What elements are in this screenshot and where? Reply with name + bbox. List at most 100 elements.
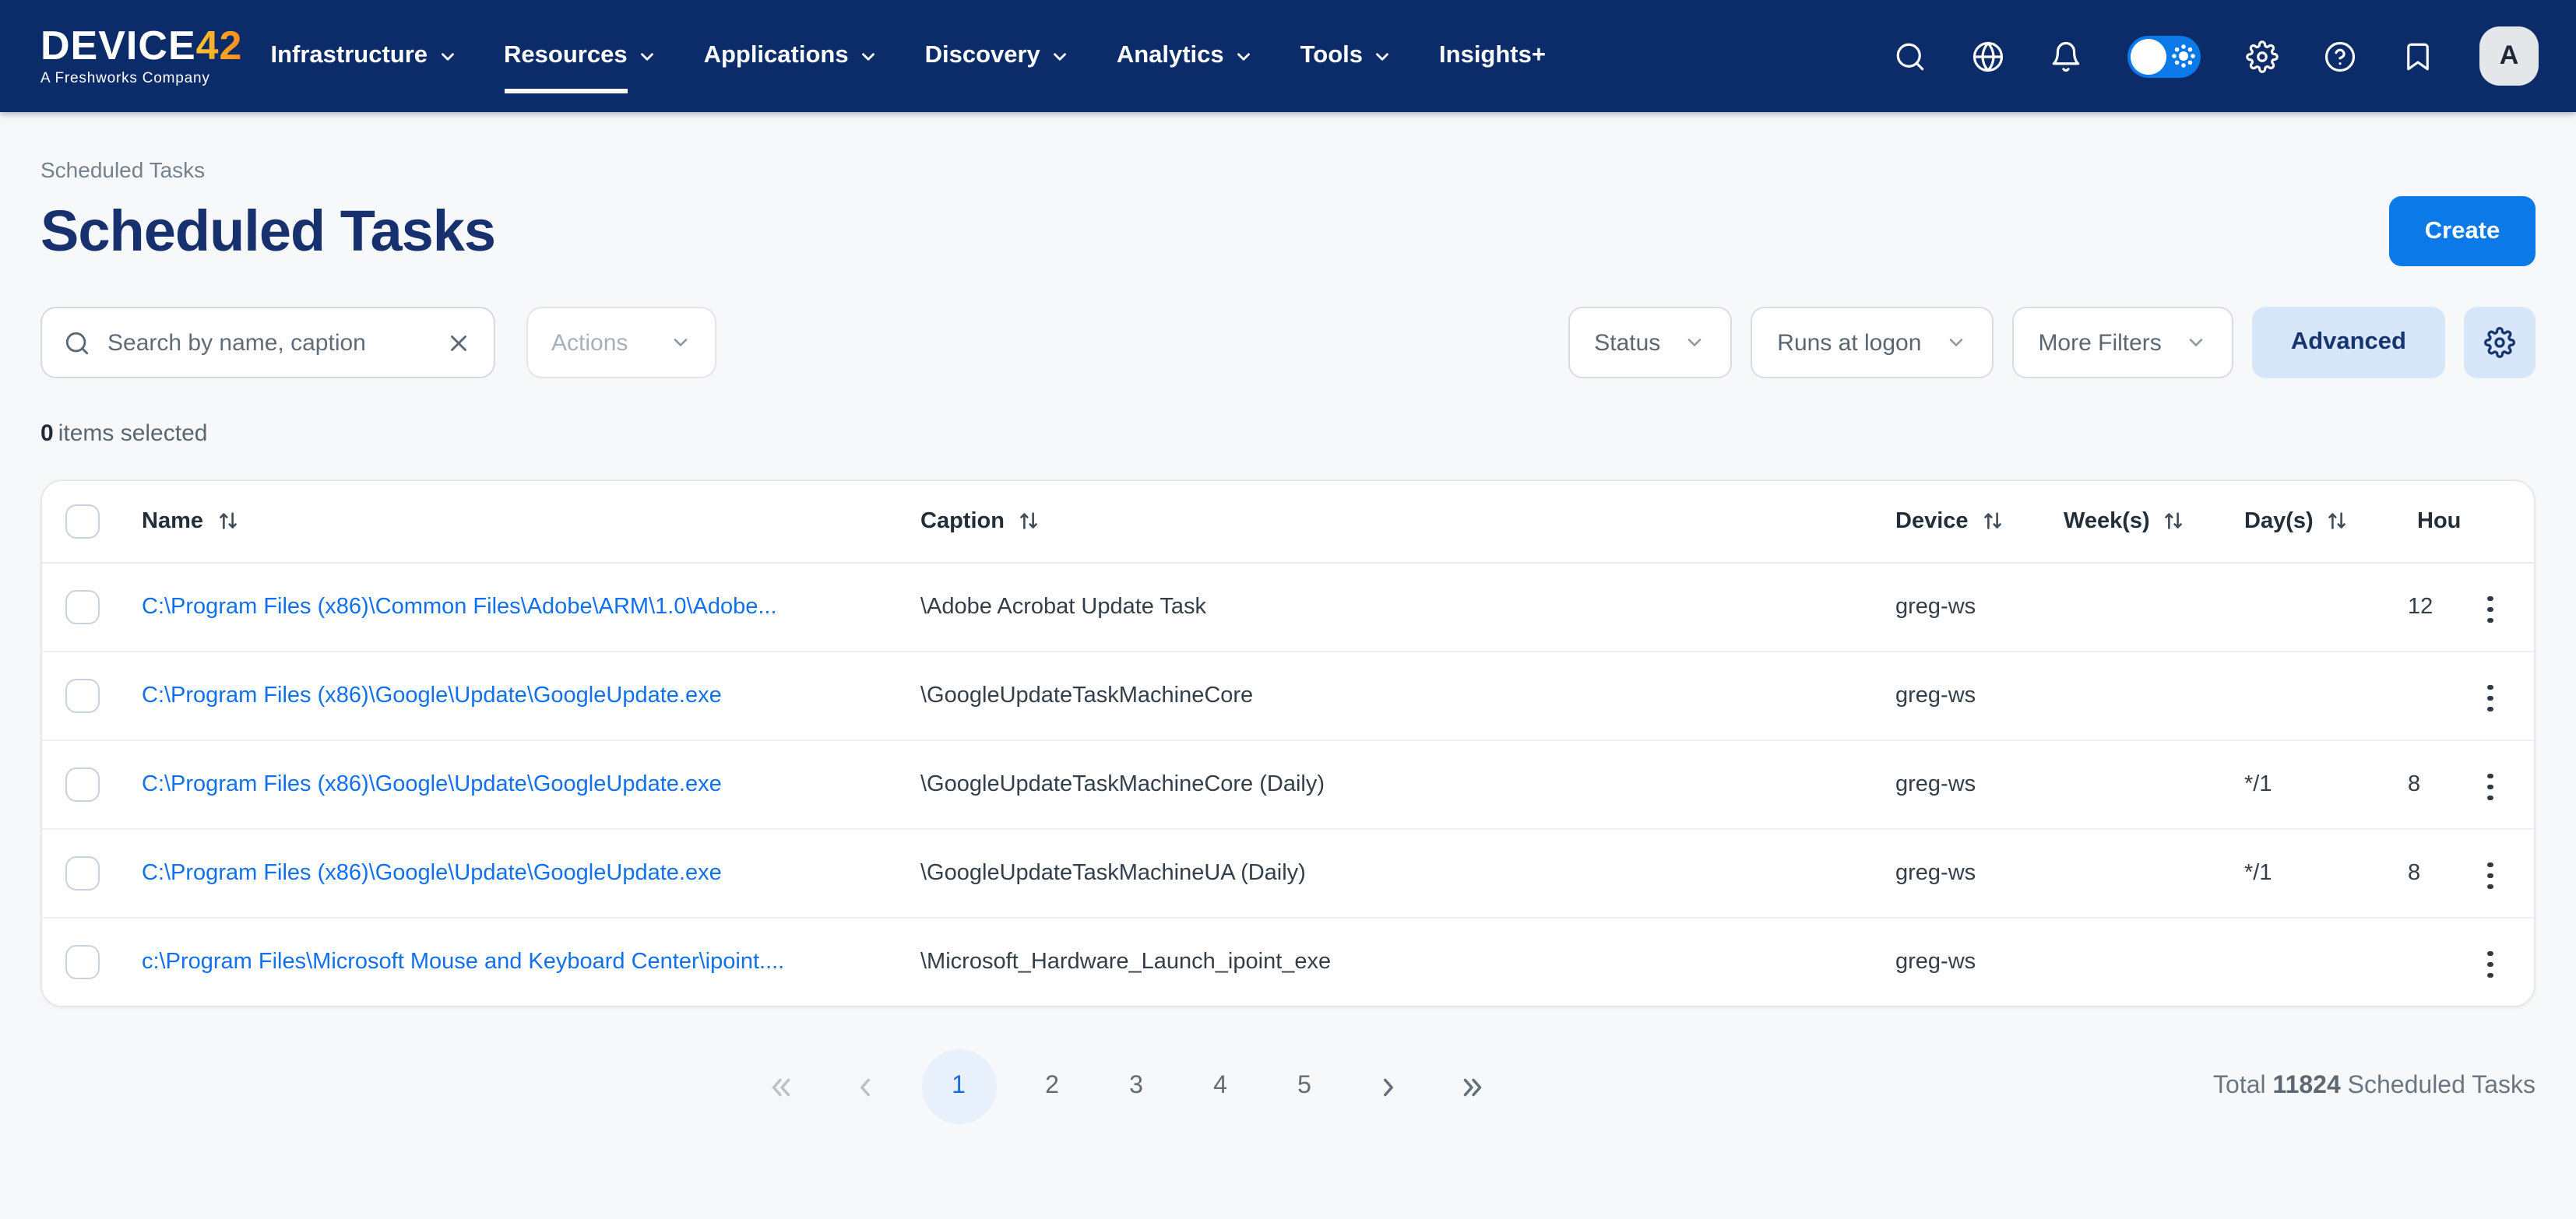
task-caption: \Microsoft_Hardware_Launch_ipoint_exe: [920, 950, 1331, 975]
table-row: C:\Program Files (x86)\Google\Update\Goo…: [42, 828, 2536, 917]
nav-item-insights-plus[interactable]: Insights+: [1439, 0, 1546, 112]
page-button-5[interactable]: 5: [1276, 1059, 1332, 1115]
nav-item-tools[interactable]: Tools: [1300, 0, 1392, 112]
task-name-link[interactable]: C:\Program Files (x86)\Google\Update\Goo…: [142, 860, 722, 885]
column-header-name[interactable]: Name: [142, 509, 920, 534]
row-checkbox[interactable]: [65, 767, 100, 801]
selection-count: 0items selected: [40, 420, 2536, 447]
column-header-device[interactable]: Device: [1895, 509, 2064, 534]
row-checkbox[interactable]: [65, 589, 100, 624]
select-all-checkbox[interactable]: [65, 504, 100, 539]
sort-icon: [1981, 510, 2004, 533]
row-actions-button[interactable]: [2475, 852, 2505, 898]
task-device: greg-ws: [1895, 771, 1976, 796]
row-actions-button[interactable]: [2475, 764, 2505, 810]
table-settings-button[interactable]: [2464, 307, 2536, 378]
task-name-link[interactable]: c:\Program Files\Microsoft Mouse and Key…: [142, 950, 784, 975]
first-page-button[interactable]: [753, 1059, 809, 1115]
nav-item-applications[interactable]: Applications: [704, 0, 878, 112]
sort-icon: [2326, 510, 2349, 533]
task-caption: \GoogleUpdateTaskMachineCore (Daily): [920, 771, 1325, 796]
bell-icon[interactable]: [2050, 40, 2082, 72]
page-button-1[interactable]: 1: [921, 1049, 996, 1124]
breadcrumb[interactable]: Scheduled Tasks: [40, 157, 2536, 182]
more-filters-dropdown[interactable]: More Filters: [2011, 307, 2233, 378]
avatar[interactable]: A: [2479, 26, 2539, 86]
top-navbar: DEVICE42 A Freshworks Company Infrastruc…: [0, 0, 2576, 112]
chevron-down-icon: [637, 46, 657, 66]
nav-item-discovery[interactable]: Discovery: [925, 0, 1070, 112]
prev-page-button[interactable]: [837, 1059, 893, 1115]
last-page-button[interactable]: [1445, 1059, 1501, 1115]
toolbar: Actions Status Runs at logon More Filter…: [40, 307, 2536, 378]
nav-item-resources[interactable]: Resources: [504, 0, 657, 112]
total-count-number: 11824: [2273, 1073, 2341, 1099]
next-page-button[interactable]: [1360, 1059, 1416, 1115]
table-row: C:\Program Files (x86)\Common Files\Adob…: [42, 562, 2536, 651]
selected-count-label: items selected: [58, 420, 208, 447]
search-icon[interactable]: [1894, 40, 1927, 72]
row-actions-button[interactable]: [2475, 586, 2505, 632]
row-checkbox[interactable]: [65, 678, 100, 712]
task-caption: \GoogleUpdateTaskMachineUA (Daily): [920, 860, 1306, 885]
task-device: greg-ws: [1895, 860, 1976, 885]
create-button[interactable]: Create: [2389, 196, 2536, 266]
logo-accent-42: 42: [196, 23, 243, 69]
task-name-link[interactable]: C:\Program Files (x86)\Common Files\Adob…: [142, 594, 777, 619]
task-device: greg-ws: [1895, 950, 1976, 975]
chevron-down-icon: [1050, 46, 1070, 66]
table-row: c:\Program Files\Microsoft Mouse and Key…: [42, 917, 2536, 1006]
filter-group: Status Runs at logon More Filters Advanc…: [1568, 307, 2536, 378]
task-caption: \Adobe Acrobat Update Task: [920, 594, 1206, 619]
task-name-link[interactable]: C:\Program Files (x86)\Google\Update\Goo…: [142, 771, 722, 796]
chevron-down-icon: [1944, 332, 1966, 353]
bookmark-icon[interactable]: [2402, 40, 2434, 72]
help-icon[interactable]: [2324, 40, 2356, 72]
double-chevron-left-icon: [768, 1073, 794, 1100]
column-header-caption[interactable]: Caption: [920, 509, 1895, 534]
chevron-right-icon: [1375, 1073, 1402, 1100]
row-checkbox[interactable]: [65, 855, 100, 890]
task-days: */1: [2244, 771, 2272, 796]
row-actions-button[interactable]: [2475, 942, 2505, 988]
task-name-link[interactable]: C:\Program Files (x86)\Google\Update\Goo…: [142, 683, 722, 708]
row-checkbox[interactable]: [65, 945, 100, 979]
theme-toggle[interactable]: [2127, 35, 2201, 77]
column-header-weeks[interactable]: Week(s): [2064, 509, 2244, 534]
logo-wordmark: DEVICE42: [40, 26, 242, 66]
row-actions-button[interactable]: [2475, 675, 2505, 721]
chevron-down-icon: [670, 332, 692, 353]
scheduled-tasks-table-card: Name Caption Device Week(s) Day(s) Hou C…: [40, 480, 2536, 1007]
task-hours: 12: [2408, 594, 2433, 619]
chevron-down-icon: [858, 46, 878, 66]
page-button-3[interactable]: 3: [1108, 1059, 1164, 1115]
logo-tagline: A Freshworks Company: [40, 72, 242, 87]
nav-item-infrastructure[interactable]: Infrastructure: [270, 0, 457, 112]
advanced-button[interactable]: Advanced: [2252, 307, 2445, 378]
globe-icon[interactable]: [1972, 40, 2004, 72]
nav-item-analytics[interactable]: Analytics: [1117, 0, 1254, 112]
navbar-actions: A: [1894, 26, 2539, 86]
title-row: Scheduled Tasks Create: [40, 196, 2536, 266]
device42-logo[interactable]: DEVICE42 A Freshworks Company: [40, 26, 242, 87]
chevron-down-icon: [2185, 332, 2207, 353]
gear-icon[interactable]: [2246, 40, 2279, 72]
filter-status-dropdown[interactable]: Status: [1568, 307, 1732, 378]
task-caption: \GoogleUpdateTaskMachineCore: [920, 683, 1253, 708]
column-header-days[interactable]: Day(s): [2244, 509, 2403, 534]
task-hours: 8: [2408, 771, 2420, 796]
search-input[interactable]: [107, 329, 428, 356]
actions-dropdown[interactable]: Actions: [526, 307, 716, 378]
search-box: [40, 307, 495, 378]
scheduled-tasks-table: Name Caption Device Week(s) Day(s) Hou C…: [42, 481, 2536, 1006]
selected-count-number: 0: [40, 420, 54, 447]
page-button-2[interactable]: 2: [1024, 1059, 1080, 1115]
column-header-hours-truncated[interactable]: Hou: [2403, 481, 2475, 562]
total-count: Total 11824 Scheduled Tasks: [2213, 1073, 2536, 1101]
clear-search-icon[interactable]: [445, 329, 472, 356]
filter-runs-at-logon-dropdown[interactable]: Runs at logon: [1751, 307, 1993, 378]
page-button-4[interactable]: 4: [1192, 1059, 1248, 1115]
task-days: */1: [2244, 860, 2272, 885]
page-content: Scheduled Tasks Scheduled Tasks Create A…: [0, 157, 2576, 1126]
page: DEVICE42 A Freshworks Company Infrastruc…: [0, 0, 2576, 1219]
